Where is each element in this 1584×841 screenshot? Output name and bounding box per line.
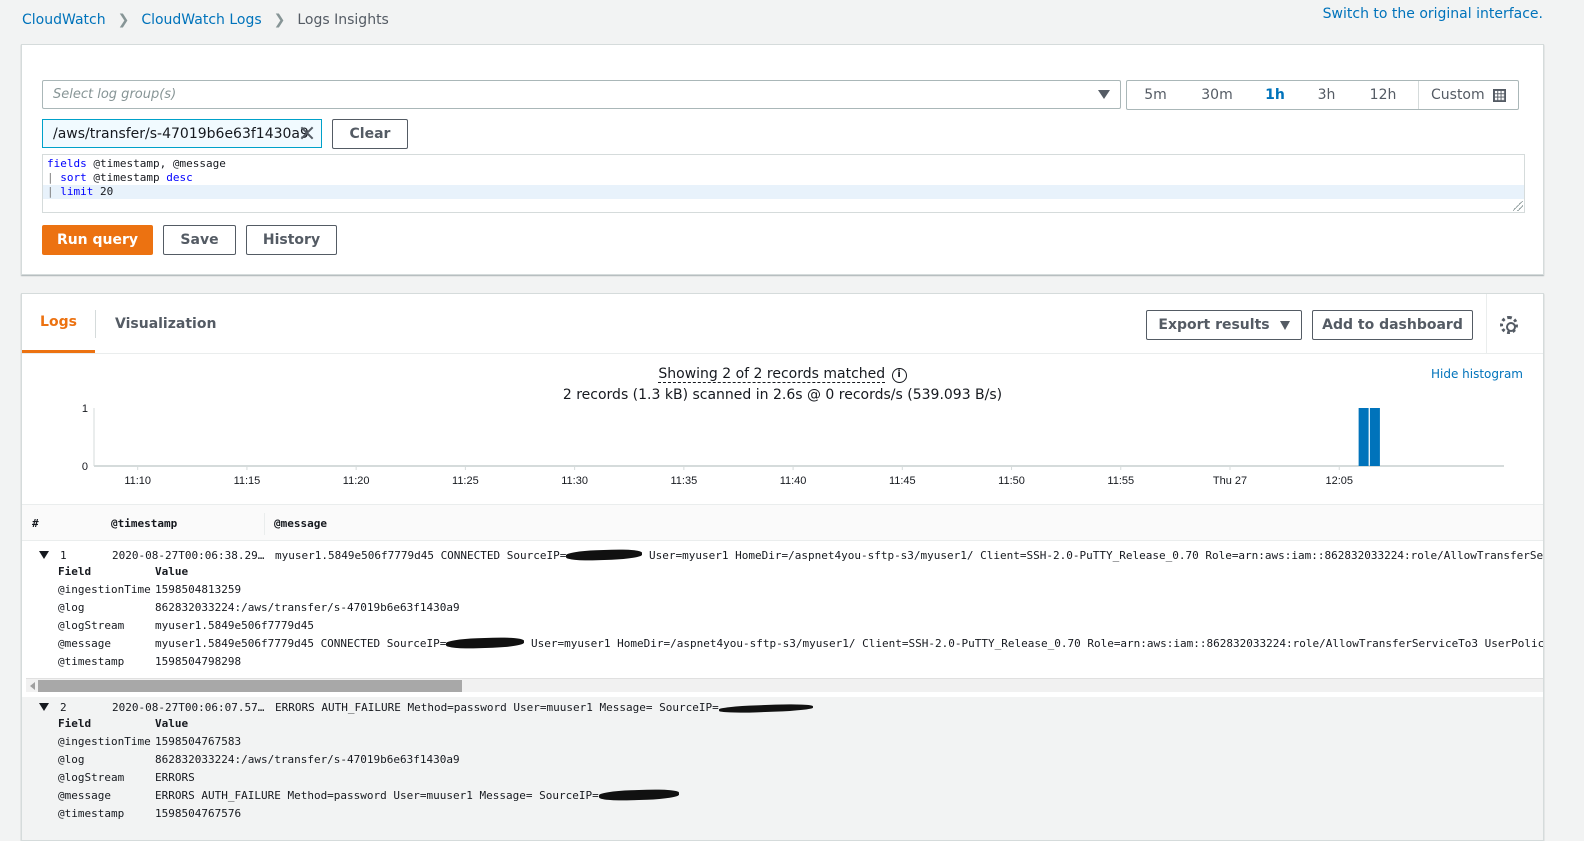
scroll-left-icon[interactable] <box>30 682 35 690</box>
records-matched-text: Showing 2 of 2 records matched <box>658 366 886 383</box>
chevron-right-icon: ❯ <box>117 12 130 28</box>
caret-down-icon <box>1279 320 1290 330</box>
collapse-triangle-icon[interactable] <box>39 703 49 711</box>
x-tick-label: 11:10 <box>124 475 151 487</box>
row-message: ERRORS AUTH_FAILURE Method=password User… <box>275 701 813 714</box>
column-separator <box>264 513 265 535</box>
x-tick-label: 11:45 <box>889 475 916 487</box>
breadcrumb-current: Logs Insights <box>297 12 389 28</box>
row-number: 1 <box>60 549 67 562</box>
row-message: myuser1.5849e506f7779d45 CONNECTED Sourc… <box>275 548 1544 562</box>
tab-visualization[interactable]: Visualization <box>115 294 216 353</box>
editor-line-3: | limit 20 <box>43 185 1524 199</box>
time-range-30m[interactable]: 30m <box>1184 87 1250 103</box>
x-tick-label: 12:05 <box>1325 475 1353 487</box>
x-tick-label: 11:30 <box>561 475 588 487</box>
scan-stats: 2 records (1.3 kB) scanned in 2.6s @ 0 r… <box>562 387 1003 403</box>
redaction-mark <box>566 548 643 562</box>
records-summary: Showing 2 of 2 records matched i <box>22 366 1543 383</box>
custom-label: Custom <box>1431 87 1485 103</box>
remove-icon[interactable] <box>299 125 315 141</box>
row-timestamp: 2020-08-27T00:06:38.29… <box>112 549 265 562</box>
history-button[interactable]: History <box>246 225 337 255</box>
export-results-label: Export results <box>1158 317 1270 333</box>
divider <box>1486 294 1487 354</box>
x-tick-label: 11:20 <box>343 475 370 487</box>
resize-handle-icon[interactable] <box>1513 201 1523 211</box>
breadcrumb: CloudWatch ❯ CloudWatch Logs ❯ Logs Insi… <box>22 10 389 30</box>
row-number: 2 <box>60 701 67 714</box>
histogram-bar <box>1358 408 1369 466</box>
table-row: 1 2020-08-27T00:06:38.29… myuser1.5849e5… <box>22 547 1543 692</box>
time-range-selector: 5m 30m 1h 3h 12h Custom <box>1126 80 1519 110</box>
selected-log-group: /aws/transfer/s-47019b6e63f1430a9 <box>53 125 309 142</box>
x-tick-label: 11:15 <box>234 475 261 487</box>
editor-line-2: | sort @timestamp desc <box>47 171 193 184</box>
info-icon[interactable]: i <box>891 368 907 383</box>
table-row: 2 2020-08-27T00:06:07.57… ERRORS AUTH_FA… <box>22 697 1543 840</box>
time-range-12h[interactable]: 12h <box>1353 87 1413 103</box>
histogram-chart: 0 1 11:10 11:15 11:20 11:25 11:30 11:35 11:40 11:… <box>82 403 1514 487</box>
collapse-triangle-icon[interactable] <box>39 551 49 559</box>
y-tick-label: 0 <box>82 461 88 473</box>
time-range-5m[interactable]: 5m <box>1127 87 1184 103</box>
caret-down-icon <box>1098 90 1110 99</box>
y-tick-label: 1 <box>82 403 88 415</box>
tab-logs[interactable]: Logs <box>22 294 95 353</box>
tab-divider <box>95 310 96 338</box>
query-panel: Select log group(s) 5m 30m 1h 3h 12h Cus… <box>21 44 1544 275</box>
redaction-mark <box>446 636 525 650</box>
gear-icon[interactable] <box>1500 316 1518 334</box>
switch-interface-link[interactable]: Switch to the original interface. <box>1323 6 1543 22</box>
log-group-placeholder: Select log group(s) <box>53 87 177 102</box>
row-summary[interactable]: 1 2020-08-27T00:06:38.29… myuser1.5849e5… <box>22 547 1543 565</box>
add-to-dashboard-button[interactable]: Add to dashboard <box>1312 310 1473 340</box>
row-summary[interactable]: 2 2020-08-27T00:06:07.57… ERRORS AUTH_FA… <box>22 699 1543 717</box>
histogram: 0 1 11:10 11:15 11:20 11:25 11:30 11:35 11:40 11:… <box>44 402 1514 494</box>
results-tabs: Logs Visualization Export results Add to… <box>22 294 1543 354</box>
x-tick-label: 11:35 <box>670 475 697 487</box>
breadcrumb-cloudwatch[interactable]: CloudWatch <box>22 12 106 28</box>
redaction-mark <box>718 703 813 714</box>
histogram-bar <box>1369 408 1380 466</box>
column-number: # <box>32 517 39 530</box>
hide-histogram-link[interactable]: Hide histogram <box>1431 367 1523 381</box>
column-message[interactable]: @message <box>274 517 327 530</box>
chevron-right-icon: ❯ <box>273 12 286 28</box>
redaction-mark <box>598 788 679 802</box>
time-range-3h[interactable]: 3h <box>1300 87 1353 103</box>
column-timestamp[interactable]: @timestamp <box>111 517 177 530</box>
save-button[interactable]: Save <box>163 225 236 255</box>
query-editor[interactable]: fields @timestamp, @message | sort @time… <box>42 154 1525 213</box>
x-tick-label: Thu 27 <box>1213 475 1247 487</box>
scrollbar-thumb[interactable] <box>38 680 462 692</box>
selected-log-group-chip: /aws/transfer/s-47019b6e63f1430a9 <box>42 119 322 148</box>
table-header: # @timestamp @message <box>22 504 1543 541</box>
time-range-custom[interactable]: Custom <box>1418 81 1519 109</box>
log-group-select[interactable]: Select log group(s) <box>42 80 1121 109</box>
time-range-1h[interactable]: 1h <box>1250 87 1300 103</box>
row-timestamp: 2020-08-27T00:06:07.57… <box>112 701 265 714</box>
x-tick-label: 11:50 <box>998 475 1025 487</box>
calendar-icon <box>1492 88 1506 102</box>
clear-button[interactable]: Clear <box>332 119 408 149</box>
results-panel: Logs Visualization Export results Add to… <box>21 293 1544 841</box>
run-query-button[interactable]: Run query <box>42 225 153 255</box>
x-tick-label: 11:55 <box>1107 475 1134 487</box>
export-results-button[interactable]: Export results <box>1146 310 1302 340</box>
editor-line-1: fields @timestamp, @message <box>47 157 226 170</box>
horizontal-scrollbar[interactable] <box>26 678 1543 692</box>
x-tick-label: 11:40 <box>780 475 807 487</box>
breadcrumb-cloudwatch-logs[interactable]: CloudWatch Logs <box>141 12 261 28</box>
x-tick-label: 11:25 <box>452 475 479 487</box>
